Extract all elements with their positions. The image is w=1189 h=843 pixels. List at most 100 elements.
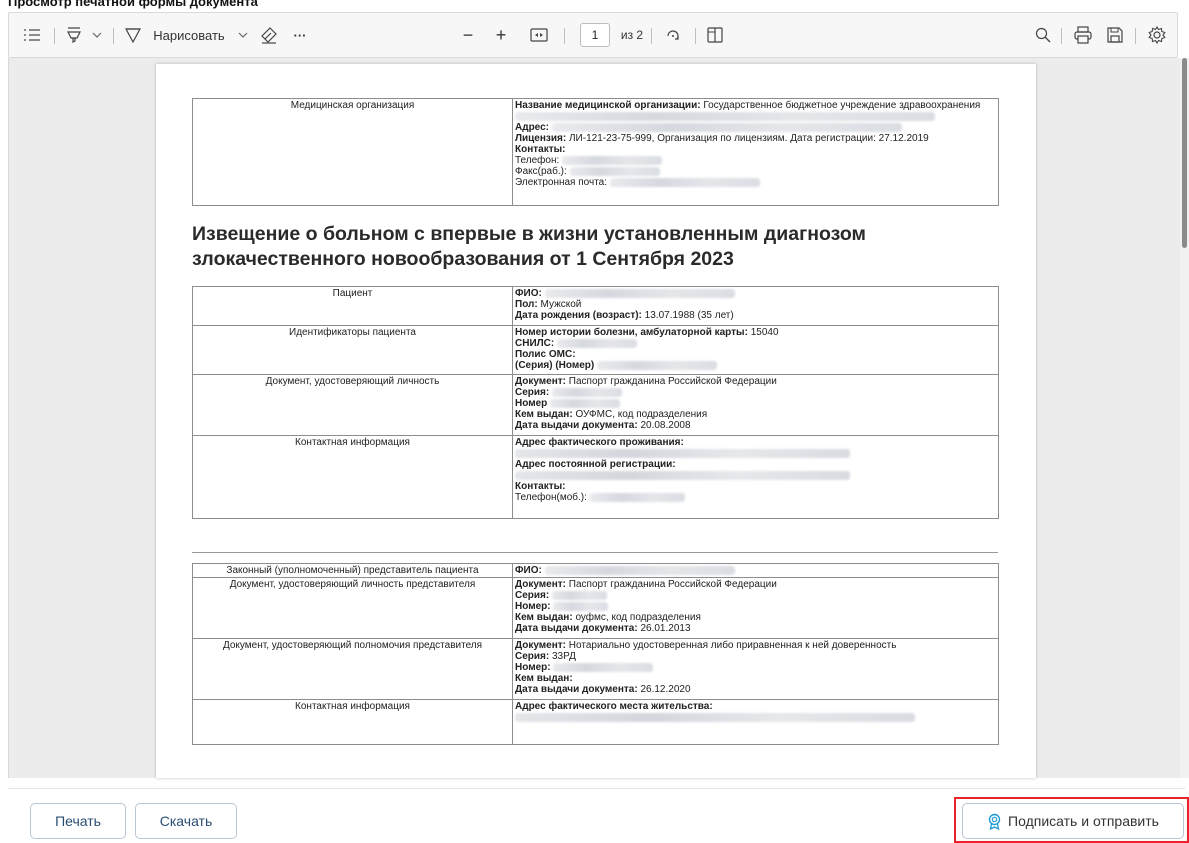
print-button[interactable]: Печать	[30, 803, 126, 839]
more-options-button[interactable]: ···	[285, 13, 315, 57]
rep-label: Законный (уполномоченный) представитель …	[226, 565, 479, 576]
redacted-rep-series	[552, 590, 607, 600]
power-number-key: Номер:	[515, 662, 551, 673]
org-table: Медицинская организация Название медицин…	[192, 98, 999, 206]
redacted-org-name	[515, 111, 935, 121]
rotate-icon[interactable]	[659, 13, 687, 57]
org-label: Медицинская организация	[290, 100, 415, 111]
zoom-in-label: +	[495, 24, 507, 45]
contact-label-cell: Контактная информация	[192, 435, 513, 519]
ids-label-cell: Идентификаторы пациента	[192, 325, 513, 375]
page-total-label: из 2	[620, 28, 644, 42]
zoom-out-button[interactable]: −	[456, 13, 480, 57]
power-doc-value: Нотариально удостоверенная либо приравне…	[568, 640, 897, 651]
patient-label: Пациент	[332, 288, 373, 299]
doc-details-cell: Документ: Паспорт гражданина Российской …	[512, 374, 999, 436]
zoom-in-button[interactable]: +	[489, 13, 513, 57]
sign-and-send-button[interactable]: Подписать и отправить	[962, 803, 1184, 839]
settings-gear-icon[interactable]	[1143, 13, 1171, 57]
window-title: Просмотр печатной формы документа	[8, 0, 258, 9]
org-name-key: Название медицинской организации:	[515, 100, 701, 111]
org-details-cell: Название медицинской организации: Госуда…	[512, 98, 999, 206]
redacted-reg-address	[515, 471, 850, 480]
rep-issued-value: оуфмс, код подразделения	[575, 612, 701, 623]
redacted-fio	[544, 288, 735, 298]
download-button-label: Скачать	[159, 813, 213, 829]
page-total: из 2	[615, 13, 649, 57]
document-heading: Извещение о больном с впервые в жизни ус…	[192, 223, 866, 270]
fit-page-icon[interactable]	[525, 13, 553, 57]
draw-pen-icon[interactable]	[121, 13, 145, 57]
sign-button-label: Подписать и отправить	[1008, 813, 1159, 829]
redacted-snils	[556, 338, 637, 348]
rep-doc-label: Документ, удостоверяющий личность предст…	[229, 579, 476, 590]
zoom-out-label: −	[462, 24, 474, 45]
issue-date-value: 20.08.2008	[640, 420, 691, 431]
actual-address-key: Адрес фактического проживания:	[515, 437, 684, 448]
viewer-scrollbar[interactable]	[1180, 58, 1189, 778]
save-icon[interactable]	[1101, 13, 1129, 57]
pdf-toolbar: Нарисовать ··· − + 1 из 2	[8, 12, 1178, 58]
rep-actual-address-key: Адрес фактического места жительства:	[515, 701, 713, 712]
eraser-icon[interactable]	[255, 13, 283, 57]
search-icon[interactable]	[1029, 13, 1057, 57]
ids-details-cell: Номер истории болезни, амбулаторной карт…	[512, 325, 999, 375]
highlight-marker-icon[interactable]	[61, 13, 87, 57]
scrollbar-thumb[interactable]	[1182, 58, 1187, 248]
fio-key: ФИО:	[515, 288, 542, 299]
outline-list-icon[interactable]	[17, 13, 47, 57]
page-number-input[interactable]: 1	[580, 23, 610, 47]
rep-contact-details-cell: Адрес фактического места жительства:	[512, 699, 999, 745]
power-issued-key: Кем выдан:	[515, 673, 573, 684]
draw-button[interactable]: Нарисовать	[145, 13, 233, 57]
card-key: Номер истории болезни, амбулаторной карт…	[515, 327, 748, 338]
redacted-series	[552, 387, 622, 397]
dob-value: 13.07.1988 (35 лет)	[644, 310, 734, 321]
redacted-email	[609, 177, 760, 187]
download-button[interactable]: Скачать	[135, 803, 237, 839]
power-date-key: Дата выдачи документа:	[515, 684, 638, 695]
patient-details-cell: ФИО: Пол: Мужской Дата рождения (возраст…	[512, 286, 999, 326]
draw-dropdown-chevron-icon[interactable]	[233, 13, 253, 57]
power-label-cell: Документ, удостоверяющий полномочия пред…	[192, 638, 513, 700]
series-key: Серия:	[515, 387, 550, 398]
rep-doc-value: Паспорт гражданина Российской Федерации	[568, 579, 777, 590]
issued-key: Кем выдан:	[515, 409, 573, 420]
toolbar-divider	[1135, 28, 1136, 44]
redacted-oms	[597, 360, 718, 370]
org-label-cell: Медицинская организация	[192, 98, 513, 206]
redacted-mobile	[589, 492, 685, 502]
org-name-value: Государственное бюджетное учреждение здр…	[703, 100, 981, 111]
email-key: Электронная почта:	[515, 177, 608, 188]
patient-table: Пациент ФИО: Пол: Мужской Дата рождения …	[192, 286, 999, 519]
doc-value: Паспорт гражданина Российской Федерации	[568, 376, 777, 387]
issue-date-key: Дата выдачи документа:	[515, 420, 638, 431]
representative-table: Законный (уполномоченный) представитель …	[192, 563, 999, 745]
rep-issue-date-value: 26.01.2013	[640, 623, 691, 634]
sex-value: Мужской	[540, 299, 582, 310]
section-divider	[192, 552, 998, 553]
license-key: Лицензия:	[515, 133, 567, 144]
patient-contacts-key: Контакты:	[515, 481, 566, 492]
more-label: ···	[293, 27, 307, 43]
page-view-icon[interactable]	[701, 13, 729, 57]
toolbar-divider	[113, 28, 114, 44]
redacted-rep-number	[553, 601, 609, 611]
toolbar-divider	[54, 28, 55, 44]
redacted-address	[551, 122, 902, 132]
highlight-dropdown-chevron-icon[interactable]	[87, 13, 107, 57]
rep-doc-label-cell: Документ, удостоверяющий личность предст…	[192, 577, 513, 639]
rep-contact-label: Контактная информация	[295, 701, 410, 712]
toolbar-divider	[1061, 28, 1062, 44]
footer-divider	[8, 788, 1185, 789]
certificate-badge-icon	[987, 813, 1002, 830]
print-icon[interactable]	[1069, 13, 1097, 57]
mobile-key: Телефон(моб.):	[515, 492, 587, 503]
address-key: Адрес:	[515, 122, 549, 133]
redacted-fax	[569, 166, 660, 176]
redacted-power-number	[553, 662, 654, 672]
rep-doc-details-cell: Документ: Паспорт гражданина Российской …	[512, 577, 999, 639]
draw-label: Нарисовать	[153, 27, 225, 43]
redacted-rep-address	[515, 713, 915, 722]
issued-value: ОУФМС, код подразделения	[575, 409, 708, 420]
